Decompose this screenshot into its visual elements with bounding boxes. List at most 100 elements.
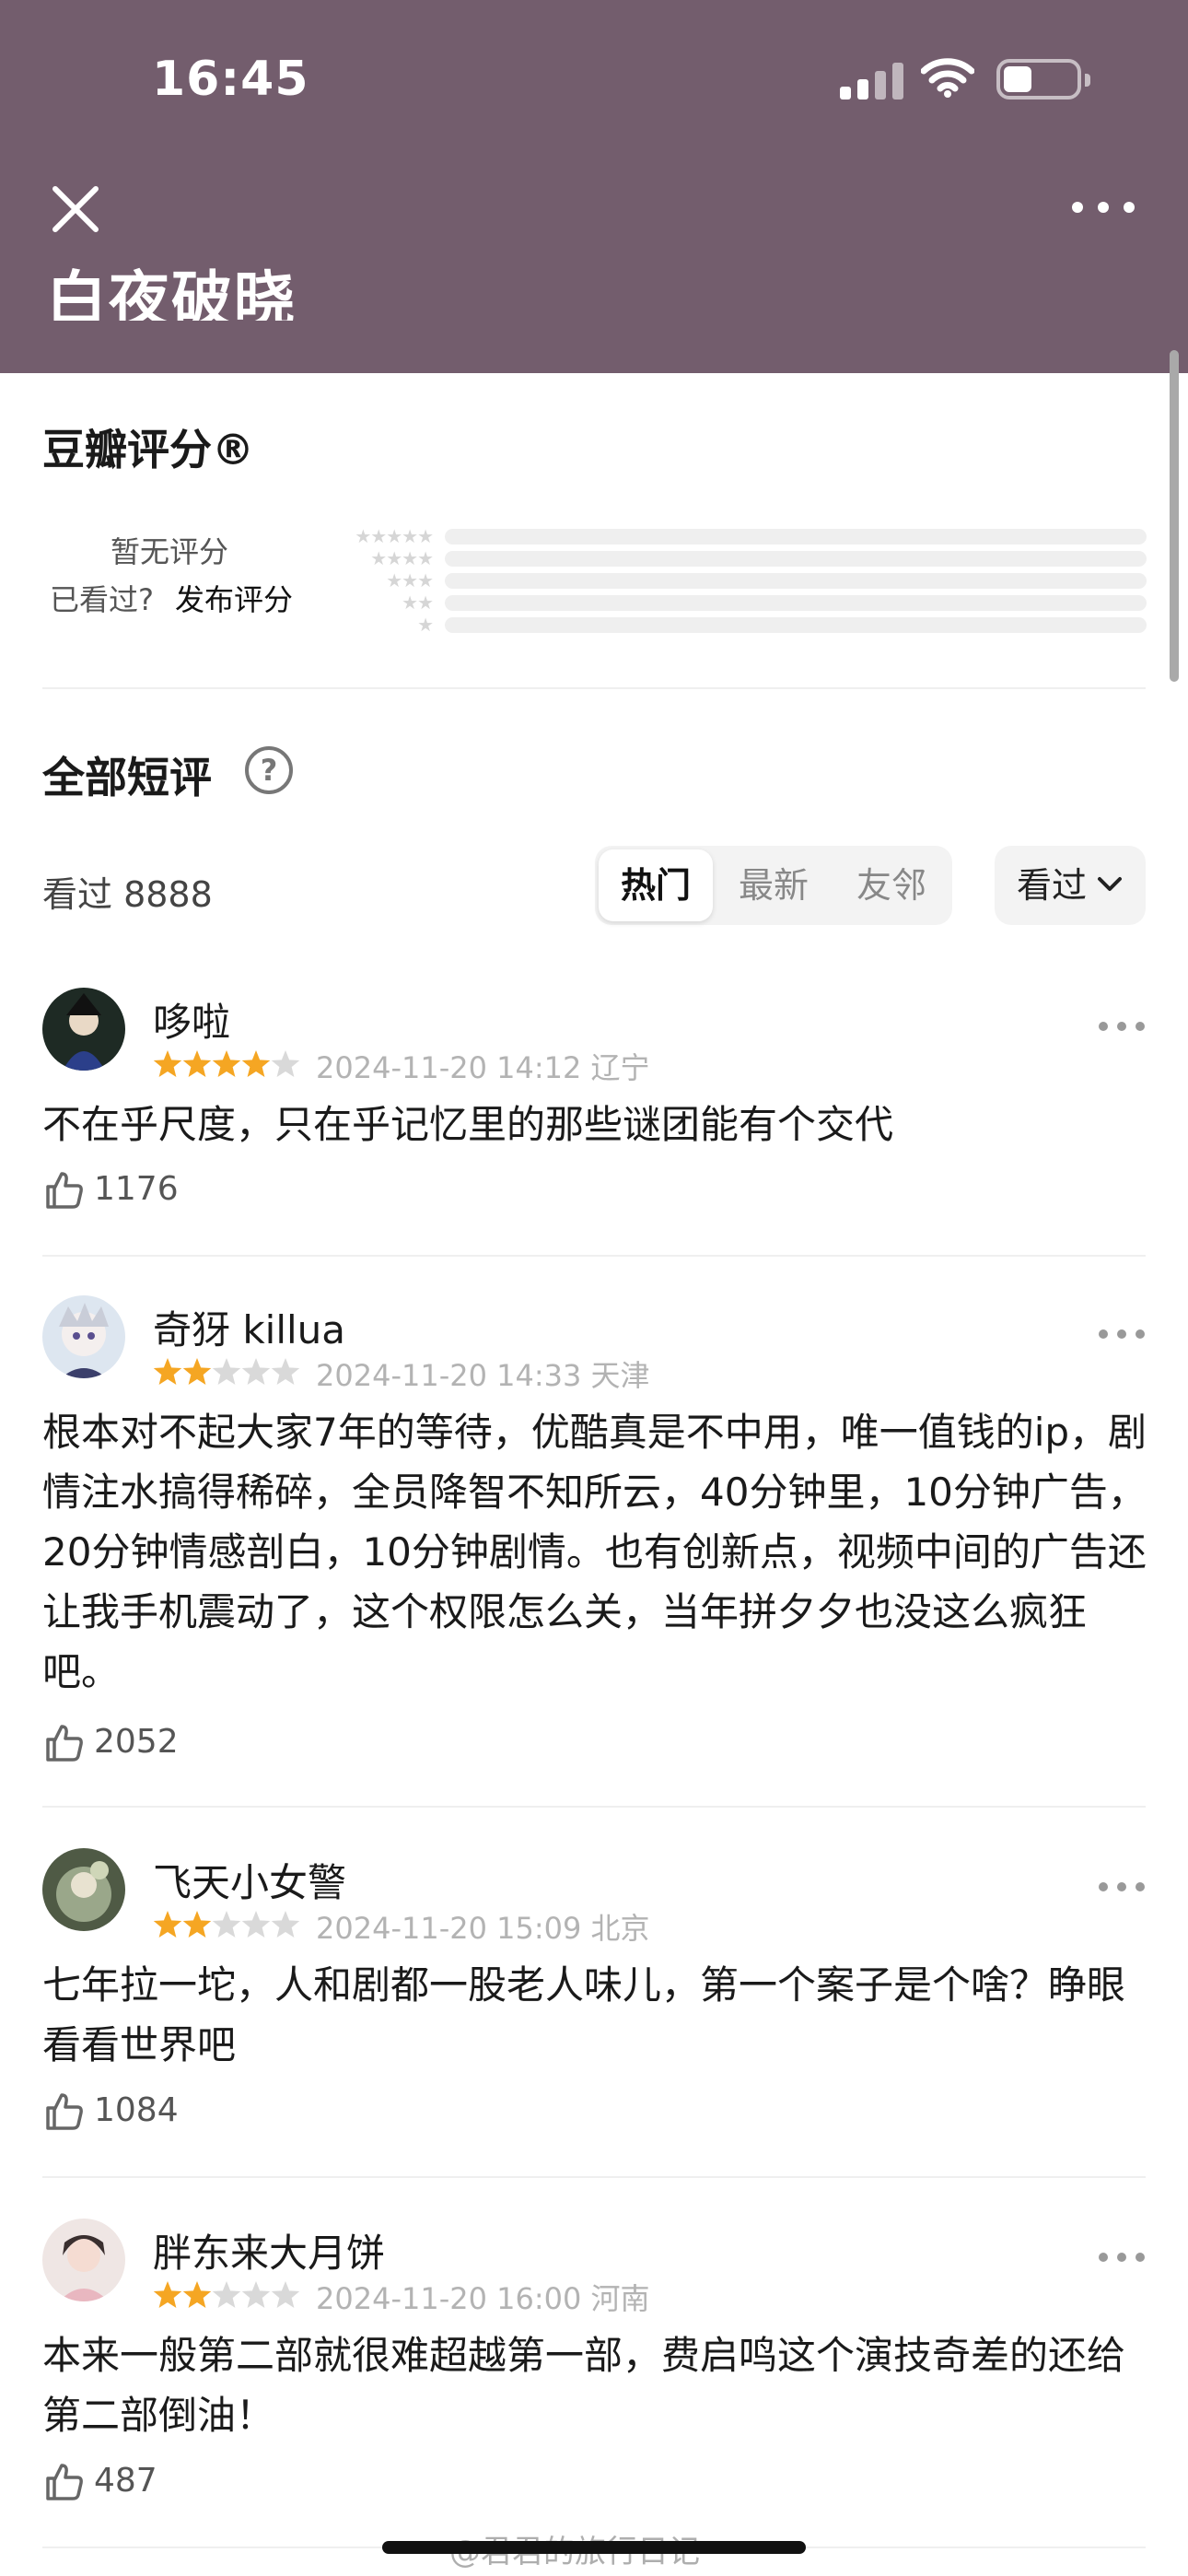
divider: [42, 1255, 1146, 1257]
status-time: 16:45: [152, 52, 309, 107]
star-empty-icon: [212, 1911, 241, 1938]
comment-text: 七年拉一坨，人和剧都一股老人味儿，第一个案子是个啥？睁眼看看世界吧: [42, 1962, 1126, 2067]
thumbs-up-icon: [46, 1172, 83, 1209]
comment-date: 2024-11-20 14:33: [316, 1358, 582, 1393]
star-empty-icon: [271, 2281, 300, 2308]
all-comments-title: 全部短评: [42, 753, 212, 802]
sort-tabs: 热门 最新 友邻: [595, 846, 952, 925]
rating-stars-icon: [153, 1911, 300, 1938]
rating-stars-icon: [153, 1050, 300, 1077]
more-options-icon[interactable]: [1068, 184, 1138, 230]
star-filled-icon: [182, 1358, 212, 1385]
star-filled-icon: [212, 1050, 241, 1077]
star-empty-icon: [271, 1911, 300, 1938]
tab-hot[interactable]: 热门: [599, 849, 713, 921]
comment-date: 2024-11-20 15:09: [316, 1911, 582, 1946]
rating-bar-5: [445, 528, 1147, 544]
filter-label: 看过: [1017, 865, 1088, 906]
wifi-icon: [921, 58, 974, 98]
comment-meta: 2024-11-20 16:00 河南: [316, 2276, 650, 2318]
comment-date: 2024-11-20 14:12: [316, 1050, 582, 1085]
star-empty-icon: [271, 1050, 300, 1077]
star-filled-icon: [153, 2281, 182, 2308]
rating-row-2: ★★: [332, 591, 1147, 614]
like-count: 487: [94, 2462, 157, 2500]
comment-more-icon[interactable]: [1096, 1878, 1147, 1896]
rating-bar-4: [445, 550, 1147, 567]
star-empty-icon: [212, 2281, 241, 2308]
comment-meta: 2024-11-20 14:12 辽宁: [316, 1045, 650, 1087]
avatar[interactable]: [42, 2219, 125, 2301]
comment-text: 不在乎尺度，只在乎记忆里的那些谜团能有个交代: [42, 1102, 894, 1147]
divider: [42, 687, 1146, 689]
comment-text: 根本对不起大家7年的等待，优酷真是不中用，唯一值钱的ip，剧情注水搞得稀碎，全员…: [42, 1410, 1147, 1694]
comment-location: 天津: [590, 1358, 650, 1393]
like-count: 1084: [94, 2091, 179, 2129]
comment-meta: 2024-11-20 14:33 天津: [316, 1352, 650, 1395]
stars-5-icon: ★★★★★: [355, 525, 434, 547]
scrollbar[interactable]: [1170, 350, 1179, 682]
username[interactable]: 哆啦: [153, 991, 230, 1048]
battery-icon: [996, 59, 1090, 100]
star-filled-icon: [153, 1358, 182, 1385]
chevron-down-icon: [1098, 877, 1122, 891]
star-filled-icon: [182, 1050, 212, 1077]
comment-meta: 2024-11-20 15:09 北京: [316, 1905, 650, 1948]
no-rating-label: 暂无评分: [111, 534, 229, 569]
publish-rating-link[interactable]: 发布评分: [175, 577, 293, 619]
comment-location: 北京: [590, 1911, 650, 1946]
comment-location: 河南: [590, 2281, 650, 2316]
like-button[interactable]: 487: [42, 2460, 157, 2506]
rating-row-3: ★★★: [332, 569, 1147, 591]
stars-2-icon: ★★: [402, 591, 434, 614]
divider: [42, 2176, 1146, 2178]
tab-friends[interactable]: 友邻: [834, 849, 949, 921]
comment-more-icon[interactable]: [1096, 2248, 1147, 2266]
star-filled-icon: [182, 2281, 212, 2308]
star-empty-icon: [241, 1358, 271, 1385]
comment-location: 辽宁: [590, 1050, 650, 1085]
star-empty-icon: [241, 2281, 271, 2308]
thumbs-up-icon: [46, 1725, 83, 1762]
tab-latest[interactable]: 最新: [716, 849, 831, 921]
header: 16:45 白夜破晓: [0, 0, 1188, 373]
douban-rating-title: 豆瓣评分®: [42, 425, 254, 474]
rating-bar-3: [445, 572, 1147, 589]
avatar[interactable]: [42, 988, 125, 1071]
rating-bar-1: [445, 616, 1147, 633]
like-button[interactable]: 2052: [42, 1721, 179, 1767]
star-empty-icon: [212, 1358, 241, 1385]
avatar[interactable]: [42, 1848, 125, 1931]
page-title: 白夜破晓: [46, 264, 297, 321]
thumbs-up-icon: [46, 2464, 83, 2500]
thumbs-up-icon: [46, 2093, 83, 2130]
watched-filter-dropdown[interactable]: 看过: [995, 846, 1146, 925]
star-filled-icon: [153, 1911, 182, 1938]
username[interactable]: 奇犽 killua: [153, 1299, 345, 1355]
comment-date: 2024-11-20 16:00: [316, 2281, 582, 2316]
rating-stars-icon: [153, 2281, 300, 2308]
comment-more-icon[interactable]: [1096, 1017, 1147, 1036]
like-count: 2052: [94, 1723, 179, 1761]
close-icon[interactable]: [46, 180, 105, 239]
username[interactable]: 飞天小女警: [153, 1852, 346, 1908]
watched-question: 已看过?: [50, 582, 154, 617]
like-button[interactable]: 1176: [42, 1168, 179, 1214]
star-empty-icon: [241, 1911, 271, 1938]
cellular-signal-icon: [840, 63, 904, 100]
comment-text: 本来一般第二部就很难超越第一部，费启鸣这个演技奇差的还给第二部倒油！: [42, 2333, 1126, 2438]
divider: [42, 1806, 1146, 1808]
rating-row-1: ★: [332, 614, 1147, 636]
help-icon[interactable]: ?: [245, 746, 293, 794]
stars-1-icon: ★: [417, 614, 434, 636]
stars-3-icon: ★★★: [386, 569, 434, 591]
avatar[interactable]: [42, 1295, 125, 1378]
rating-stars-icon: [153, 1358, 300, 1385]
comment-more-icon[interactable]: [1096, 1325, 1147, 1343]
username[interactable]: 胖东来大月饼: [153, 2222, 385, 2278]
home-indicator[interactable]: [382, 2541, 806, 2554]
star-filled-icon: [182, 1911, 212, 1938]
like-button[interactable]: 1084: [42, 2090, 179, 2136]
like-count: 1176: [94, 1170, 179, 1208]
watched-count: 看过 8888: [42, 874, 213, 915]
